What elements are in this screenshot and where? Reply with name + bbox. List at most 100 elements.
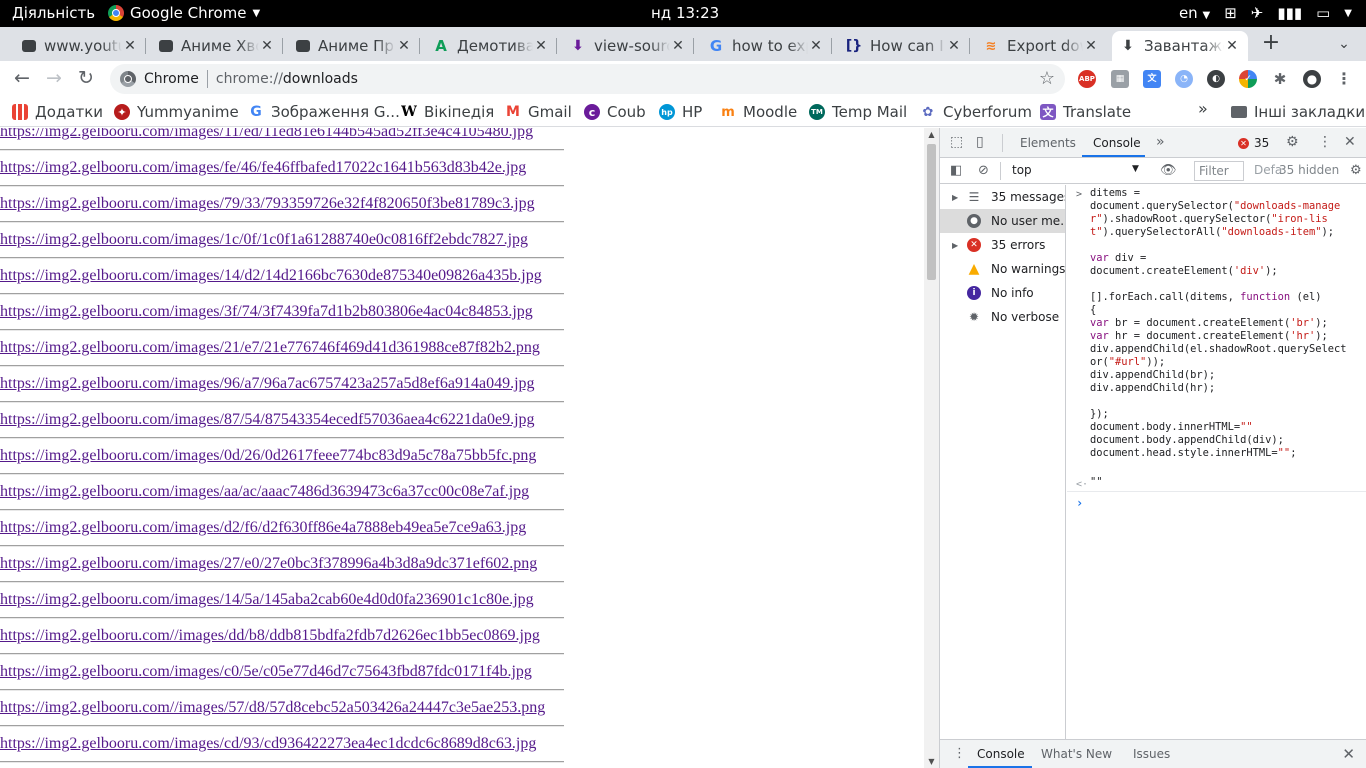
tab-how-can-i[interactable]: [} How can I e ✕ bbox=[838, 31, 970, 61]
drawer-menu-icon[interactable]: ⋮ bbox=[953, 746, 966, 761]
tab-downloads-active[interactable]: ⬇ Завантаже ✕ bbox=[1112, 31, 1248, 61]
reload-button[interactable]: ↻ bbox=[74, 67, 98, 91]
tab-anime-1[interactable]: Аниме Хво ✕ bbox=[151, 31, 283, 61]
close-drawer-icon[interactable]: ✕ bbox=[1342, 745, 1355, 763]
sidebar-item-errors[interactable]: ▶ ✕ 35 errors bbox=[940, 233, 1065, 257]
scrollbar-thumb[interactable] bbox=[927, 144, 936, 280]
other-bookmarks-folder[interactable]: Інші закладки bbox=[1231, 102, 1365, 122]
toggle-sidebar-icon[interactable]: ◧ bbox=[950, 163, 962, 178]
bookmark-translate[interactable]: 文 Translate bbox=[1040, 102, 1131, 122]
download-url-link[interactable]: https://img2.gelbooru.com/images/79/33/7… bbox=[0, 195, 535, 213]
bookmark-google-images[interactable]: G Зображення G... bbox=[248, 102, 400, 122]
close-devtools-icon[interactable]: ✕ bbox=[1344, 134, 1356, 150]
download-url-link[interactable]: https://img2.gelbooru.com/images/87/54/8… bbox=[0, 411, 535, 429]
language-indicator[interactable]: en ▼ bbox=[1179, 4, 1210, 22]
bookmarks-overflow-chevron-icon[interactable]: » bbox=[1198, 99, 1208, 118]
tab-google-search[interactable]: G how to exp ✕ bbox=[700, 31, 832, 61]
log-levels-dropdown[interactable]: Defa bbox=[1254, 163, 1282, 177]
tab-export-downloads[interactable]: ≋ Export dow ✕ bbox=[975, 31, 1107, 61]
clock[interactable]: нд 13:23 bbox=[651, 4, 719, 22]
download-url-link[interactable]: https://img2.gelbooru.com/images/d2/f6/d… bbox=[0, 519, 526, 537]
sidebar-item-verbose[interactable]: ✹ No verbose bbox=[940, 305, 1065, 329]
download-url-link[interactable]: https://img2.gelbooru.com/images/14/d2/1… bbox=[0, 267, 542, 285]
more-tabs-chevron-icon[interactable]: » bbox=[1156, 134, 1165, 150]
console-filter-input[interactable]: Filter bbox=[1194, 161, 1244, 181]
bookmark-moodle[interactable]: m Moodle bbox=[720, 102, 797, 122]
bookmark-yummyanime[interactable]: ✦ Yummyanime bbox=[114, 102, 239, 122]
drawer-tab-issues[interactable]: Issues bbox=[1133, 747, 1170, 761]
download-url-link[interactable]: https://img2.gelbooru.com/images/14/5a/1… bbox=[0, 591, 534, 609]
extension-grid-icon[interactable]: ▦ bbox=[1111, 70, 1129, 88]
page-scrollbar[interactable]: ▲ ▼ bbox=[924, 128, 939, 768]
inspect-element-icon[interactable]: ⬚ bbox=[950, 134, 963, 150]
sidebar-item-user-messages[interactable]: ● No user me... bbox=[940, 209, 1065, 233]
close-icon[interactable]: ✕ bbox=[396, 38, 412, 54]
site-chip[interactable]: Chrome bbox=[144, 71, 199, 87]
chrome-menu-icon[interactable]: ⋮ bbox=[1335, 70, 1353, 88]
download-url-link[interactable]: https://img2.gelbooru.com/images/c0/5e/c… bbox=[0, 663, 532, 681]
download-url-link[interactable]: https://img2.gelbooru.com//images/57/d8/… bbox=[0, 699, 545, 717]
close-icon[interactable]: ✕ bbox=[1083, 38, 1099, 54]
bookmark-star-icon[interactable]: ☆ bbox=[1039, 68, 1055, 89]
bookmark-apps[interactable]: Додатки bbox=[12, 102, 103, 122]
system-tray[interactable]: en ▼ ⊞ ✈ ▮▮▮ ▭ ▼ bbox=[1179, 4, 1352, 22]
download-url-link[interactable]: https://img2.gelbooru.com/images/21/e7/2… bbox=[0, 339, 540, 357]
bookmark-gmail[interactable]: M Gmail bbox=[505, 102, 572, 122]
forward-button[interactable]: → bbox=[42, 67, 66, 91]
console-output[interactable]: > ditems = document.querySelector("downl… bbox=[1067, 185, 1366, 739]
context-selector[interactable]: top bbox=[1012, 163, 1032, 177]
expand-arrow-icon[interactable]: ▶ bbox=[952, 241, 958, 250]
download-url-link[interactable]: https://img2.gelbooru.com//images/dd/b8/… bbox=[0, 627, 540, 645]
close-icon[interactable]: ✕ bbox=[122, 38, 138, 54]
app-menu[interactable]: Google Chrome ▼ bbox=[108, 4, 260, 22]
close-icon[interactable]: ✕ bbox=[670, 38, 686, 54]
download-url-link[interactable]: https://img2.gelbooru.com/images/aa/ac/a… bbox=[0, 483, 529, 501]
address-bar[interactable]: Chrome chrome://downloads ☆ bbox=[110, 64, 1065, 94]
download-url-link[interactable]: https://img2.gelbooru.com/images/27/e0/2… bbox=[0, 555, 537, 573]
expand-arrow-icon[interactable]: ▶ bbox=[952, 193, 958, 202]
tab-view-source[interactable]: ⬇ view-sourc ✕ bbox=[562, 31, 694, 61]
extensions-puzzle-icon[interactable]: ✱ bbox=[1271, 70, 1289, 88]
close-icon[interactable]: ✕ bbox=[1224, 38, 1240, 54]
close-icon[interactable]: ✕ bbox=[533, 38, 549, 54]
bookmark-temp-mail[interactable]: TM Temp Mail bbox=[809, 102, 907, 122]
error-count-badge[interactable]: ✕ 35 bbox=[1238, 136, 1269, 150]
extension-bubble-icon[interactable]: ◔ bbox=[1175, 70, 1193, 88]
download-url-link[interactable]: https://img2.gelbooru.com/images/11/ed/1… bbox=[0, 128, 533, 141]
tab-console[interactable]: Console bbox=[1093, 136, 1141, 150]
close-icon[interactable]: ✕ bbox=[259, 38, 275, 54]
console-command[interactable]: ditems = document.querySelector("downloa… bbox=[1090, 187, 1352, 460]
close-icon[interactable]: ✕ bbox=[946, 38, 962, 54]
extension-circle-icon[interactable]: ◐ bbox=[1207, 70, 1225, 88]
download-url-link[interactable]: https://img2.gelbooru.com/images/cd/93/c… bbox=[0, 735, 536, 753]
live-expression-eye-icon[interactable]: 👁 bbox=[1160, 163, 1177, 178]
settings-gear-icon[interactable]: ⚙ bbox=[1286, 134, 1299, 150]
new-tab-button[interactable]: + bbox=[1259, 32, 1283, 56]
adblock-plus-icon[interactable]: ABP bbox=[1078, 70, 1096, 88]
bookmark-hp[interactable]: hp HP bbox=[659, 102, 702, 122]
tab-elements[interactable]: Elements bbox=[1020, 136, 1076, 150]
download-url-link[interactable]: https://img2.gelbooru.com/images/1c/0f/1… bbox=[0, 231, 528, 249]
tab-search-icon[interactable]: ⌄ bbox=[1334, 32, 1354, 56]
drawer-tab-whats-new[interactable]: What's New bbox=[1041, 747, 1112, 761]
activities-button[interactable]: Діяльність bbox=[12, 4, 95, 22]
profile-avatar-icon[interactable]: ● bbox=[1303, 70, 1321, 88]
console-prompt-icon[interactable]: › bbox=[1076, 497, 1083, 510]
tab-youtube[interactable]: www.youtu ✕ bbox=[14, 31, 146, 61]
scroll-up-icon[interactable]: ▲ bbox=[927, 130, 936, 139]
download-url-link[interactable]: https://img2.gelbooru.com/images/fe/46/f… bbox=[0, 159, 526, 177]
sidebar-item-warnings[interactable]: ▲ No warnings bbox=[940, 257, 1065, 281]
console-settings-gear-icon[interactable]: ⚙ bbox=[1350, 163, 1362, 178]
back-button[interactable]: ← bbox=[10, 67, 34, 91]
download-url-link[interactable]: https://img2.gelbooru.com/images/0d/26/0… bbox=[0, 447, 536, 465]
devtools-menu-icon[interactable]: ⋮ bbox=[1318, 134, 1332, 150]
close-icon[interactable]: ✕ bbox=[808, 38, 824, 54]
translate-extension-icon[interactable]: 文 bbox=[1143, 70, 1161, 88]
extension-color-icon[interactable]: ✓ bbox=[1239, 70, 1257, 88]
tab-demotivator[interactable]: A Демотива ✕ bbox=[425, 31, 557, 61]
download-url-link[interactable]: https://img2.gelbooru.com/images/3f/74/3… bbox=[0, 303, 533, 321]
device-toolbar-icon[interactable]: ▯ bbox=[976, 134, 984, 150]
download-url-link[interactable]: https://img2.gelbooru.com/images/96/a7/9… bbox=[0, 375, 535, 393]
bookmark-coub[interactable]: c Coub bbox=[584, 102, 646, 122]
scroll-down-icon[interactable]: ▼ bbox=[927, 757, 936, 766]
